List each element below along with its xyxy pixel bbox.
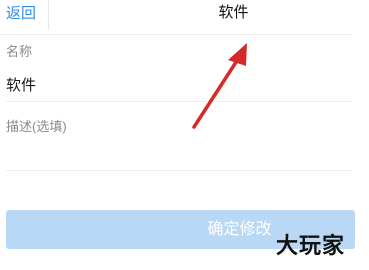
description-field-label: 描述(选填) <box>6 119 67 134</box>
description-field-divider <box>6 170 353 171</box>
navigation-bar: 返回 软件 <box>0 0 369 34</box>
annotation-arrow-head <box>228 43 247 66</box>
annotation-arrow-shaft <box>192 54 242 129</box>
name-field-divider <box>6 101 353 102</box>
page-title: 软件 <box>218 4 249 21</box>
watermark-logo: 大玩家 <box>276 233 346 258</box>
header-divider <box>0 34 353 35</box>
name-field-label: 名称 <box>6 44 33 59</box>
name-input[interactable]: 软件 <box>6 77 36 95</box>
description-input[interactable] <box>6 140 353 170</box>
